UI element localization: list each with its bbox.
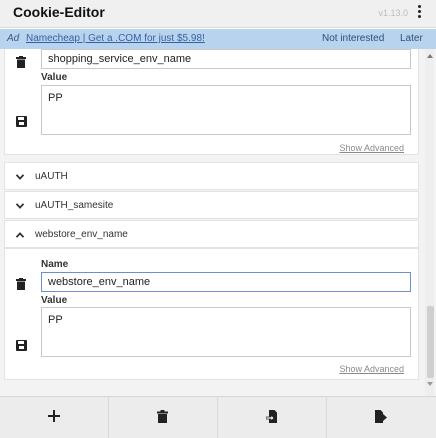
ad-banner: Ad Namecheap | Get a .COM for just $5.98… bbox=[0, 29, 436, 49]
delete-all-button[interactable] bbox=[109, 397, 218, 438]
delete-cookie-icon[interactable] bbox=[16, 56, 28, 68]
value-label: Value bbox=[41, 72, 68, 83]
scrollbar[interactable] bbox=[425, 49, 434, 396]
bottom-toolbar bbox=[0, 396, 436, 438]
chevron-down-icon bbox=[15, 172, 25, 182]
scrollbar-thumb[interactable] bbox=[427, 306, 434, 378]
delete-cookie-icon[interactable] bbox=[16, 278, 28, 290]
chevron-down-icon bbox=[15, 201, 25, 211]
later-button[interactable]: Later bbox=[400, 33, 423, 44]
cookie-row-webstore-env-name[interactable]: webstore_env_name bbox=[4, 220, 419, 248]
cookie-value-input[interactable]: PP bbox=[41, 307, 411, 357]
import-icon bbox=[266, 410, 277, 423]
value-label: Value bbox=[41, 295, 68, 306]
scroll-down-arrow-icon[interactable] bbox=[427, 382, 433, 386]
not-interested-button[interactable]: Not interested bbox=[322, 33, 384, 44]
scroll-up-arrow-icon[interactable] bbox=[427, 54, 433, 58]
trash-icon bbox=[157, 410, 168, 423]
import-button[interactable] bbox=[218, 397, 327, 438]
cookie-name: webstore_env_name bbox=[35, 229, 128, 240]
plus-icon bbox=[48, 410, 60, 422]
show-advanced-link[interactable]: Show Advanced bbox=[339, 143, 404, 153]
app-title: Cookie-Editor bbox=[13, 4, 105, 20]
app-header: Cookie-Editor v1.13.0 bbox=[0, 0, 436, 28]
cookie-name: uAUTH_samesite bbox=[35, 200, 114, 211]
save-cookie-icon[interactable] bbox=[16, 340, 28, 352]
cookie-name: uAUTH bbox=[35, 171, 68, 182]
cookie-row-uauth[interactable]: uAUTH bbox=[4, 162, 419, 190]
export-icon bbox=[375, 410, 387, 423]
ad-link[interactable]: Namecheap | Get a .COM for just $5.98! bbox=[26, 33, 205, 44]
cookie-row-uauth-samesite[interactable]: uAUTH_samesite bbox=[4, 191, 419, 219]
chevron-up-icon bbox=[15, 230, 25, 240]
cookie-name-input[interactable] bbox=[41, 49, 411, 69]
cookie-value-input[interactable]: PP bbox=[41, 85, 411, 135]
add-cookie-button[interactable] bbox=[0, 397, 109, 438]
save-cookie-icon[interactable] bbox=[16, 116, 28, 128]
show-advanced-link[interactable]: Show Advanced bbox=[339, 364, 404, 374]
version-label: v1.13.0 bbox=[378, 8, 408, 18]
cookie-list[interactable]: Value PP Show Advanced uAUTH uAUTH_sames… bbox=[0, 49, 436, 396]
cookie-editor-webstore: Name Value PP Show Advanced bbox=[4, 248, 419, 380]
export-button[interactable] bbox=[327, 397, 436, 438]
ad-label: Ad bbox=[7, 33, 20, 44]
cookie-card-shopping-service: Value PP Show Advanced bbox=[4, 49, 419, 155]
more-options-icon[interactable] bbox=[417, 5, 423, 21]
cookie-name-input[interactable] bbox=[41, 272, 411, 292]
name-label: Name bbox=[41, 259, 69, 270]
